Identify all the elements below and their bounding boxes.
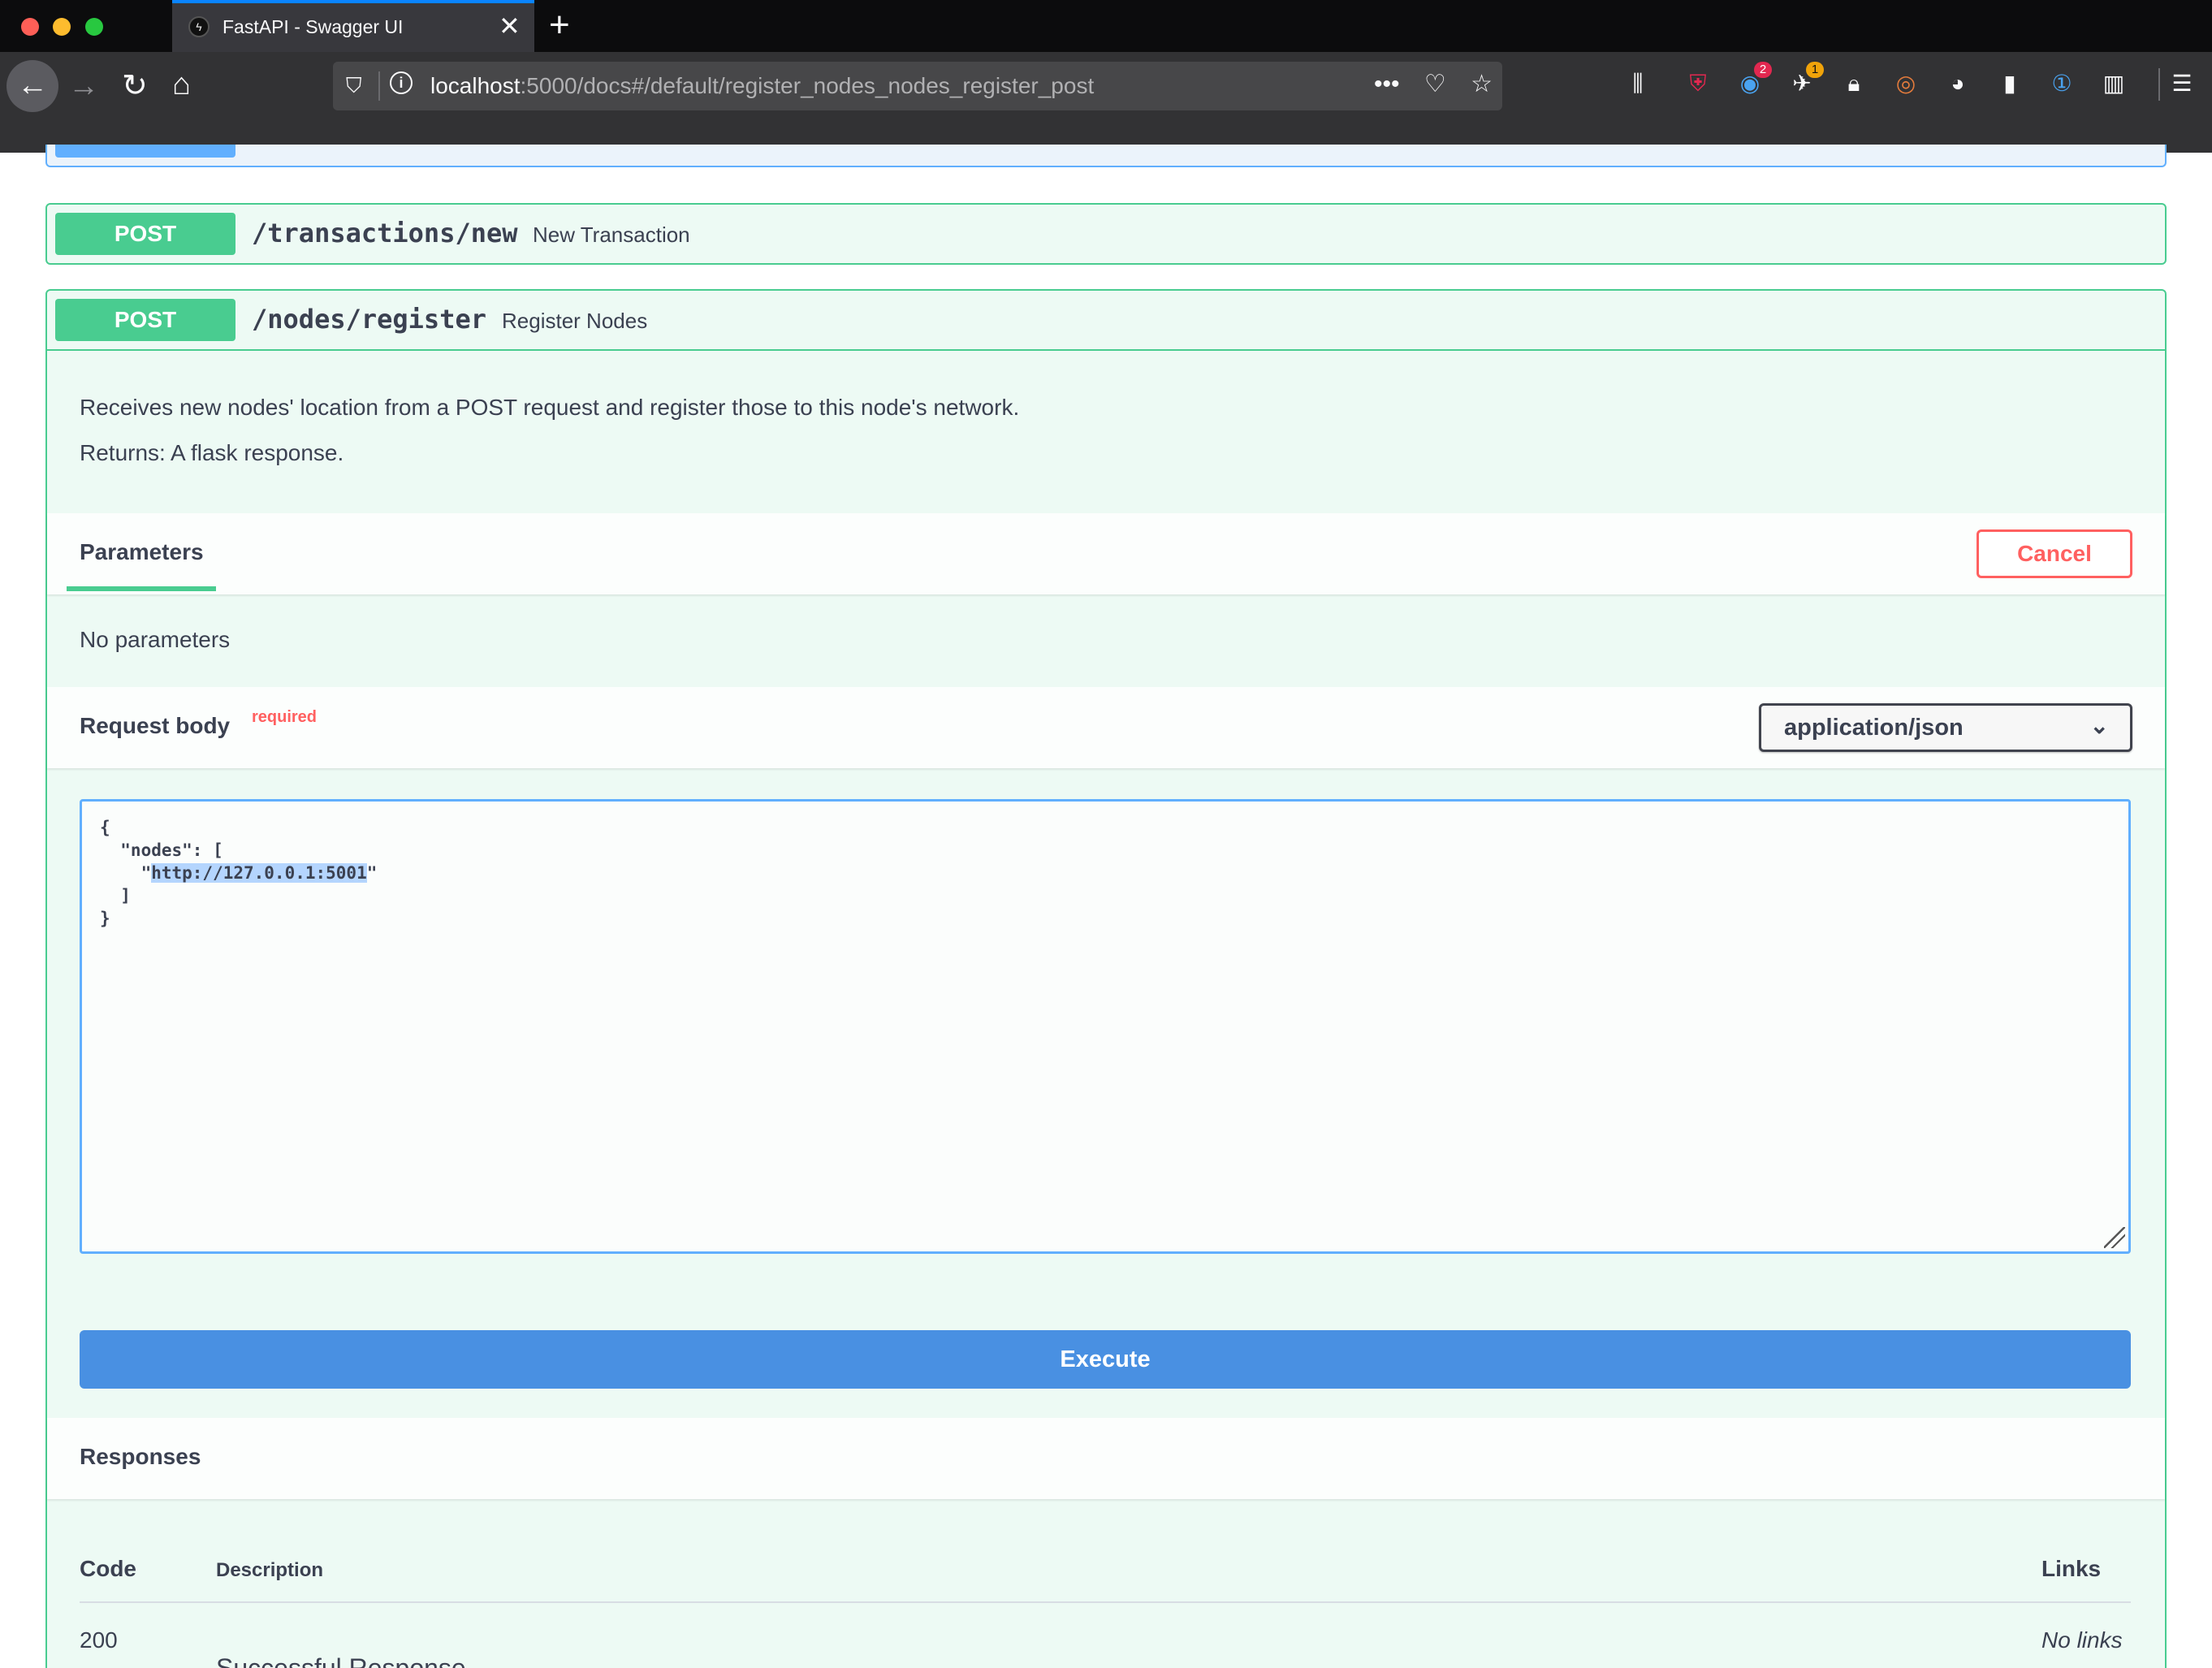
tab-close-icon[interactable]: ✕ <box>499 11 521 41</box>
request-body-header: Request body required application/json ⌄ <box>47 687 2165 768</box>
execute-button[interactable]: Execute <box>80 1330 2131 1389</box>
home-icon[interactable]: ⌂ <box>172 68 191 101</box>
menu-icon[interactable]: ☰ <box>2168 70 2196 97</box>
method-badge-post: POST <box>55 299 235 341</box>
resize-handle[interactable] <box>2104 1227 2125 1248</box>
url-actions: ••• ♡ ☆ <box>1374 70 1510 98</box>
close-window-button[interactable] <box>21 18 39 36</box>
browser-tab-active[interactable]: ϟ FastAPI - Swagger UI ✕ <box>172 0 534 52</box>
response-code: 200 <box>80 1627 118 1653</box>
responses-col-description: Description <box>216 1559 324 1581</box>
browser-navbar: ← → ↻ ⌂ ⛉ i localhost:5000/docs#/default… <box>0 52 2212 153</box>
required-label: required <box>252 708 318 726</box>
code-line: "nodes": [ <box>100 840 223 860</box>
password-manager-icon[interactable]: ① <box>2048 70 2076 97</box>
request-body-title: Request body <box>80 713 231 738</box>
reader-icon[interactable]: ▮ <box>1996 70 2024 97</box>
code-line: } <box>100 909 110 928</box>
url-bar[interactable]: ⛉ i localhost:5000/docs#/default/registe… <box>333 62 1502 110</box>
star-icon[interactable]: ☆ <box>1471 70 1493 98</box>
info-icon[interactable]: i <box>390 71 413 94</box>
opblock-path: /transactions/new <box>252 218 518 248</box>
url-path: :5000/docs#/default/register_nodes_nodes… <box>520 73 1095 98</box>
browser-titlebar: ϟ FastAPI - Swagger UI ✕ + <box>0 0 2212 52</box>
tab-active-indicator <box>67 586 216 591</box>
code-line: "http://127.0.0.1:5001" <box>100 863 377 883</box>
responses-divider <box>80 1601 2131 1603</box>
opblock-path: /nodes/register <box>252 304 486 335</box>
responses-header: Responses <box>47 1418 2165 1499</box>
content-type-value: application/json <box>1784 715 1964 741</box>
zoom-window-button[interactable] <box>85 18 103 36</box>
code-fragment: " <box>366 863 378 883</box>
extension-b-badge: 1 <box>1806 62 1824 78</box>
code-fragment: " <box>100 863 152 883</box>
privacy-extension-icon[interactable]: ◎ <box>1892 70 1920 97</box>
cancel-button[interactable]: Cancel <box>1977 529 2132 578</box>
reload-icon[interactable]: ↻ <box>122 70 148 102</box>
tab-title: FastAPI - Swagger UI <box>222 16 404 37</box>
response-description: Successful Response <box>216 1653 466 1668</box>
extension-grid-icon[interactable]: ▥ <box>2100 70 2128 97</box>
responses-col-links: Links <box>2041 1556 2102 1581</box>
chevron-down-icon: ⌄ <box>2089 713 2109 738</box>
back-arrow-icon[interactable]: ← <box>6 60 58 112</box>
opblock-nodes-register: POST /nodes/register Register Nodes Rece… <box>45 289 2167 1668</box>
ublock-icon[interactable]: ⛨ <box>1684 70 1712 97</box>
responses-col-code: Code <box>80 1556 136 1581</box>
pocket-icon[interactable]: ♡ <box>1424 70 1446 98</box>
swagger-content: POST /transactions/new New Transaction P… <box>0 145 2212 1668</box>
forward-arrow-icon[interactable]: → <box>68 70 99 102</box>
code-line: { <box>100 818 110 837</box>
opblock-summary[interactable]: POST /nodes/register Register Nodes <box>47 291 2165 349</box>
parameters-header: Parameters Cancel <box>47 513 2165 594</box>
account-icon[interactable]: ◕ <box>1944 70 1972 97</box>
selected-text: http://127.0.0.1:5001 <box>151 863 367 883</box>
opblock-transactions-new[interactable]: POST /transactions/new New Transaction <box>45 203 2167 265</box>
method-badge-post: POST <box>55 213 235 255</box>
toolbar-divider <box>2158 68 2160 101</box>
library-icon[interactable]: ⫼ <box>1624 70 1652 97</box>
code-line: ] <box>100 886 131 905</box>
extension-b-icon[interactable]: ✈ 1 <box>1788 62 1824 97</box>
fastapi-favicon-icon: ϟ <box>188 16 210 37</box>
extension-a-icon[interactable]: ◉ 2 <box>1736 62 1772 97</box>
shield-icon[interactable]: ⛉ <box>346 73 362 99</box>
url-divider <box>378 71 380 101</box>
no-parameters-text: No parameters <box>80 627 231 652</box>
request-body-editor[interactable]: { "nodes": [ "http://127.0.0.1:5001" ] } <box>80 799 2131 1254</box>
opblock-previous[interactable] <box>45 145 2167 167</box>
method-badge-get <box>55 145 235 158</box>
responses-title: Responses <box>80 1444 201 1469</box>
url-host: localhost <box>430 73 521 98</box>
opblock-summary[interactable]: POST /transactions/new New Transaction <box>47 205 2165 263</box>
operation-description: Receives new nodes' location from a POST… <box>80 395 1020 420</box>
new-tab-button[interactable]: + <box>549 5 570 45</box>
tab-parameters[interactable]: Parameters <box>80 539 204 565</box>
response-links: No links <box>2041 1627 2123 1653</box>
lock-extension-icon[interactable]: 🔒︎ <box>1840 70 1868 97</box>
more-icon[interactable]: ••• <box>1374 71 1400 98</box>
url-text[interactable]: localhost:5000/docs#/default/register_no… <box>430 73 1094 99</box>
minimize-window-button[interactable] <box>53 18 71 36</box>
opblock-body: Receives new nodes' location from a POST… <box>47 349 2165 1668</box>
operation-returns: Returns: A flask response. <box>80 440 344 465</box>
opblock-summary-description: Register Nodes <box>502 309 648 333</box>
extension-a-badge: 2 <box>1754 62 1772 78</box>
content-type-select[interactable]: application/json ⌄ <box>1759 703 2132 752</box>
opblock-summary-description: New Transaction <box>533 223 690 247</box>
